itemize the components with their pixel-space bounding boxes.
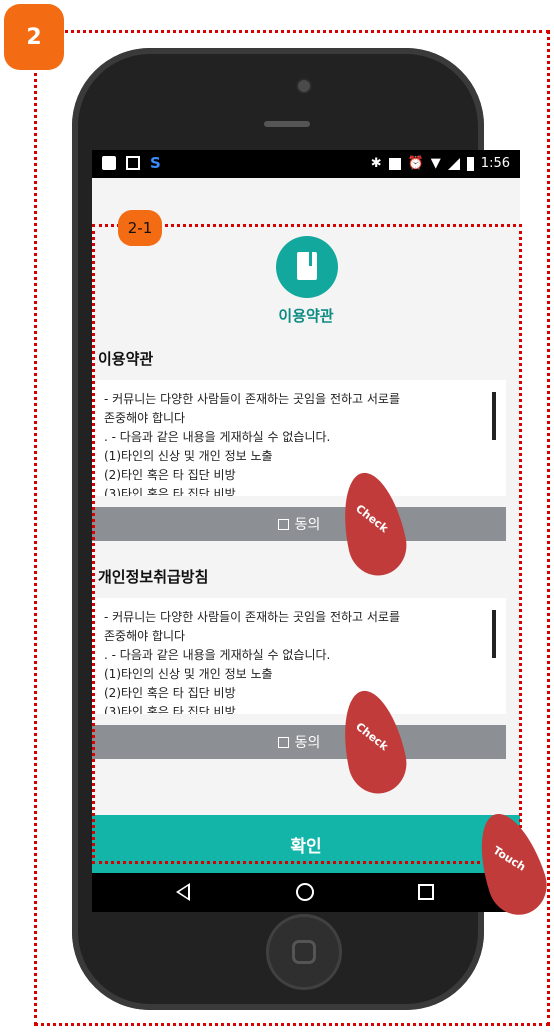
- home-button-icon: [292, 940, 316, 964]
- bluetooth-icon: ✱: [370, 156, 382, 171]
- android-nav-bar: [92, 873, 520, 912]
- mail-icon: [126, 156, 140, 170]
- check-annotation-text: Check: [353, 720, 391, 754]
- alarm-icon: ⏰: [407, 156, 424, 171]
- check-annotation-text: Check: [353, 502, 391, 536]
- vibrate-icon: [388, 157, 401, 170]
- s-app-icon: S: [150, 154, 161, 172]
- status-time: 1:56: [480, 156, 510, 171]
- content-frame: [92, 224, 522, 864]
- recent-apps-icon[interactable]: [418, 884, 434, 900]
- photo-icon: [102, 156, 116, 170]
- hardware-home-button[interactable]: [266, 914, 342, 990]
- signal-icon: [447, 157, 460, 170]
- sub-step-badge: 2-1: [118, 210, 162, 246]
- status-bar: S ✱ ⏰ ▼ 1:56: [92, 150, 520, 178]
- step-badge: 2: [4, 4, 64, 70]
- camera-icon: [298, 80, 310, 92]
- back-icon[interactable]: [176, 883, 190, 901]
- wifi-icon: ▼: [430, 156, 441, 171]
- speaker-grille: [264, 121, 310, 127]
- touch-annotation-text: Touch: [490, 843, 528, 874]
- battery-icon: [466, 156, 474, 171]
- home-icon[interactable]: [296, 883, 314, 901]
